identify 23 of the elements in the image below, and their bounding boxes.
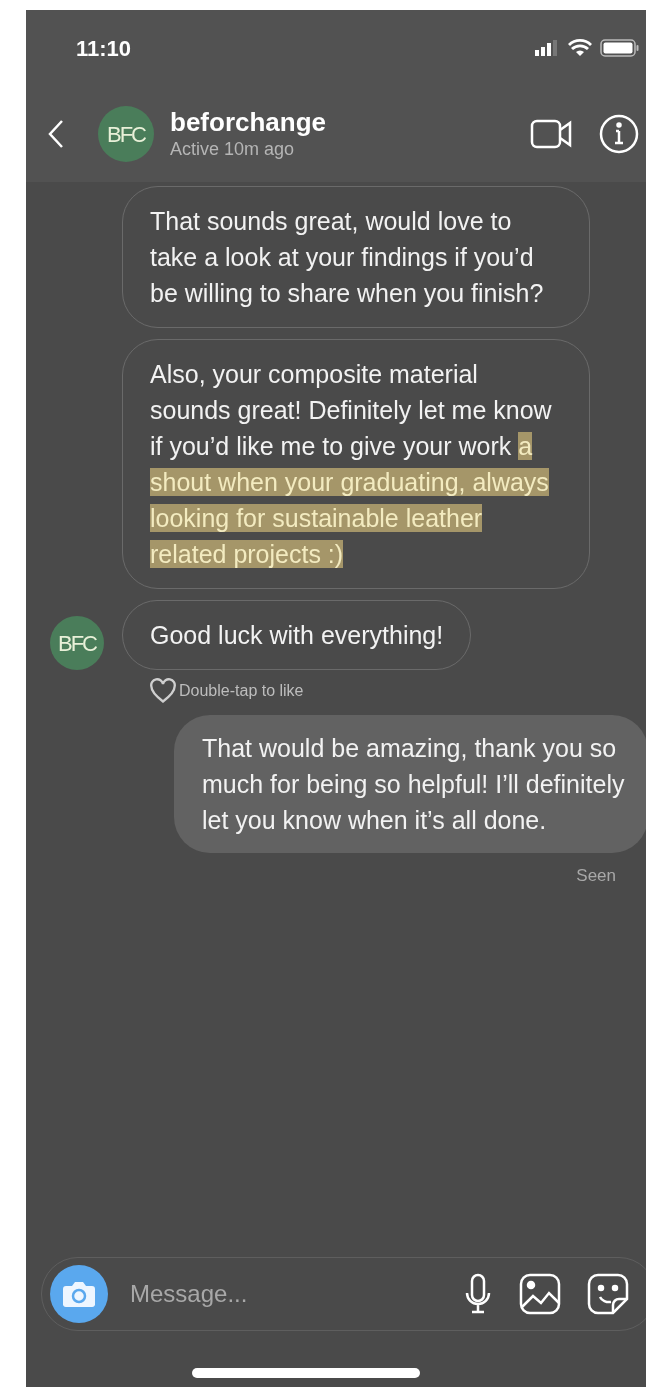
active-status: Active 10m ago [170,138,296,161]
wifi-icon [568,39,592,57]
avatar: BFC [98,106,154,162]
heart-icon[interactable] [149,678,177,704]
video-camera-icon[interactable] [530,118,574,150]
microphone-icon[interactable] [463,1273,493,1315]
signal-icon [534,40,560,56]
avatar: BFC [50,616,104,670]
camera-icon [62,1280,96,1308]
like-hint: Double-tap to like [179,681,304,701]
clock-time: 11:10 [76,34,132,63]
sticker-icon[interactable] [587,1273,629,1315]
back-icon[interactable] [46,118,66,150]
message-bubble: Also, your composite material sounds great! Definitely let me know if you’d like me to give your work a shout when your graduating, always looking for sustainable leather related projects :) [122,339,590,589]
info-icon[interactable] [598,113,640,155]
message-bubble: That sounds great, would love to take a look at your findings if you’d be willing to share when you finish? [122,186,590,328]
message-bubble: That would be amazing, thank you so much for being so helpful! I’ll definitely let you know when it’s all done. [174,715,646,853]
battery-icon [600,39,640,57]
camera-button[interactable] [50,1265,108,1323]
message-input[interactable]: Message... [130,1276,463,1312]
contact-name: beforchange [170,107,328,137]
seen-label: Seen [576,865,616,887]
gallery-icon[interactable] [519,1273,561,1315]
